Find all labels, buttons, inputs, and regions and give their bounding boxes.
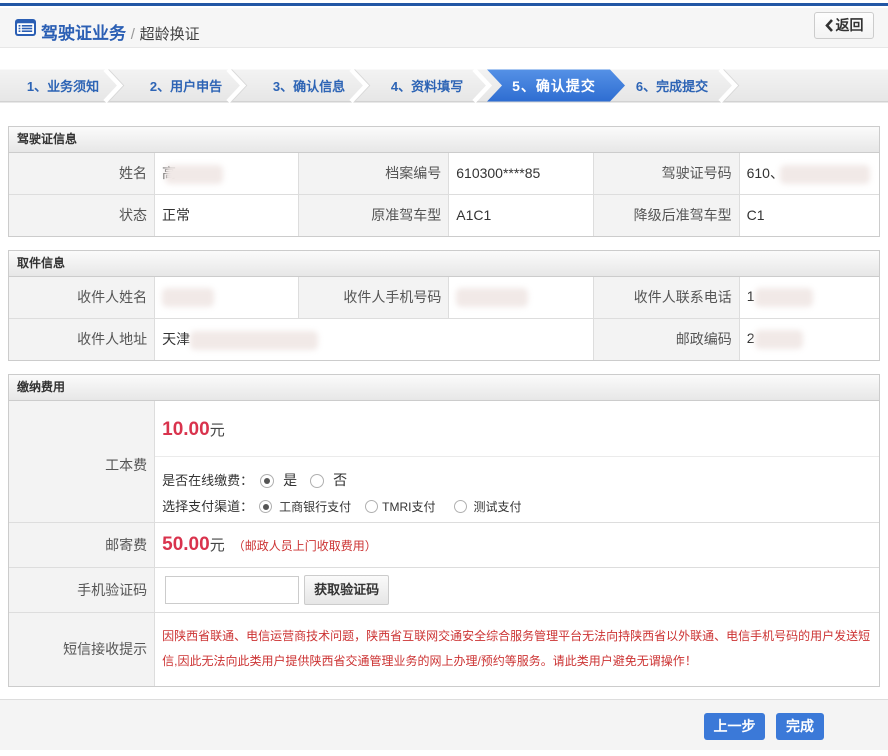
- svg-text:4、资料填写: 4、资料填写: [391, 79, 463, 94]
- svg-text:6、完成提交: 6、完成提交: [636, 79, 708, 94]
- svg-text:5、确认提交: 5、确认提交: [512, 78, 596, 94]
- svg-text:3、确认信息: 3、确认信息: [273, 79, 345, 94]
- svg-text:2、用户申告: 2、用户申告: [150, 79, 222, 94]
- svg-text:1、业务须知: 1、业务须知: [27, 79, 99, 94]
